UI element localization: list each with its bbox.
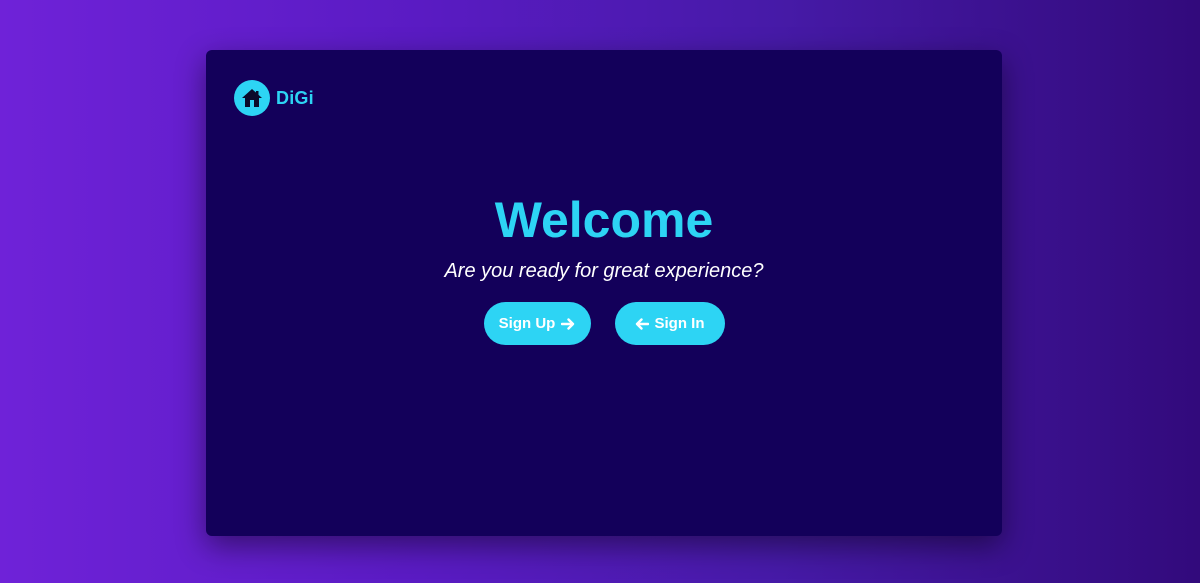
action-buttons: Sign Up Sign In: [206, 302, 1002, 345]
brand-logo[interactable]: DiGi: [234, 80, 314, 116]
house-icon: [234, 80, 270, 116]
arrow-right-icon: [561, 317, 575, 330]
welcome-card: DiGi Welcome Are you ready for great exp…: [206, 50, 1002, 536]
hero-section: Welcome Are you ready for great experien…: [206, 188, 1002, 345]
page-title: Welcome: [494, 192, 714, 248]
brand-name: DiGi: [276, 87, 314, 108]
sign-in-button[interactable]: Sign In: [614, 302, 725, 345]
page-subtitle: Are you ready for great experience?: [444, 260, 764, 282]
sign-in-label: Sign In: [654, 315, 705, 332]
sign-up-label: Sign Up: [498, 315, 556, 332]
arrow-left-icon: [635, 317, 649, 330]
sign-up-button[interactable]: Sign Up: [483, 302, 591, 345]
